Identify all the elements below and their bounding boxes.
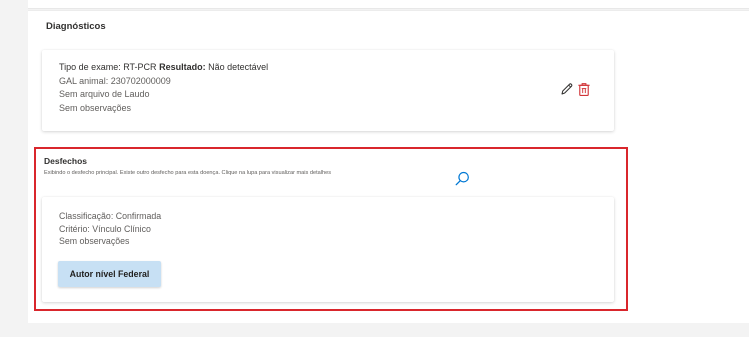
diagnostic-observations: Sem observações [59, 102, 132, 113]
diagnostic-card: Tipo de exame: RT-PCR Resultado: Não det… [42, 50, 614, 131]
outcome-criterion: Critério: Vínculo Clínico [59, 223, 151, 234]
result-label: Resultado: [159, 62, 206, 72]
previous-card [28, 0, 749, 9]
outcome-details: Classificação: Confirmada Critério: Vínc… [59, 210, 161, 248]
outcomes-title: Desfechos [44, 156, 87, 166]
gal-animal: GAL animal: 230702000009 [59, 75, 171, 86]
exam-line: Tipo de exame: RT-PCR Resultado: Não det… [59, 61, 268, 75]
outcome-classification: Classificação: Confirmada [59, 211, 162, 221]
report-file-status: Sem arquivo de Laudo [59, 89, 150, 99]
exam-type-label: Tipo de exame: [59, 62, 121, 72]
outcomes-note: Exibindo o desfecho principal. Existe ou… [44, 170, 332, 176]
diagnostic-details: Tipo de exame: RT-PCR Resultado: Não det… [59, 61, 268, 115]
outcome-observations: Sem observações [59, 236, 130, 246]
delete-icon[interactable] [577, 82, 591, 97]
author-federal-button[interactable]: Autor nível Federal [58, 261, 161, 287]
outcome-card: Classificação: Confirmada Critério: Vínc… [42, 197, 614, 302]
result-value: Não detectável [208, 62, 269, 72]
search-icon[interactable] [455, 171, 470, 186]
edit-icon[interactable] [559, 82, 574, 97]
diagnostics-title: Diagnósticos [46, 21, 106, 32]
exam-type-value: RT-PCR [123, 62, 157, 72]
